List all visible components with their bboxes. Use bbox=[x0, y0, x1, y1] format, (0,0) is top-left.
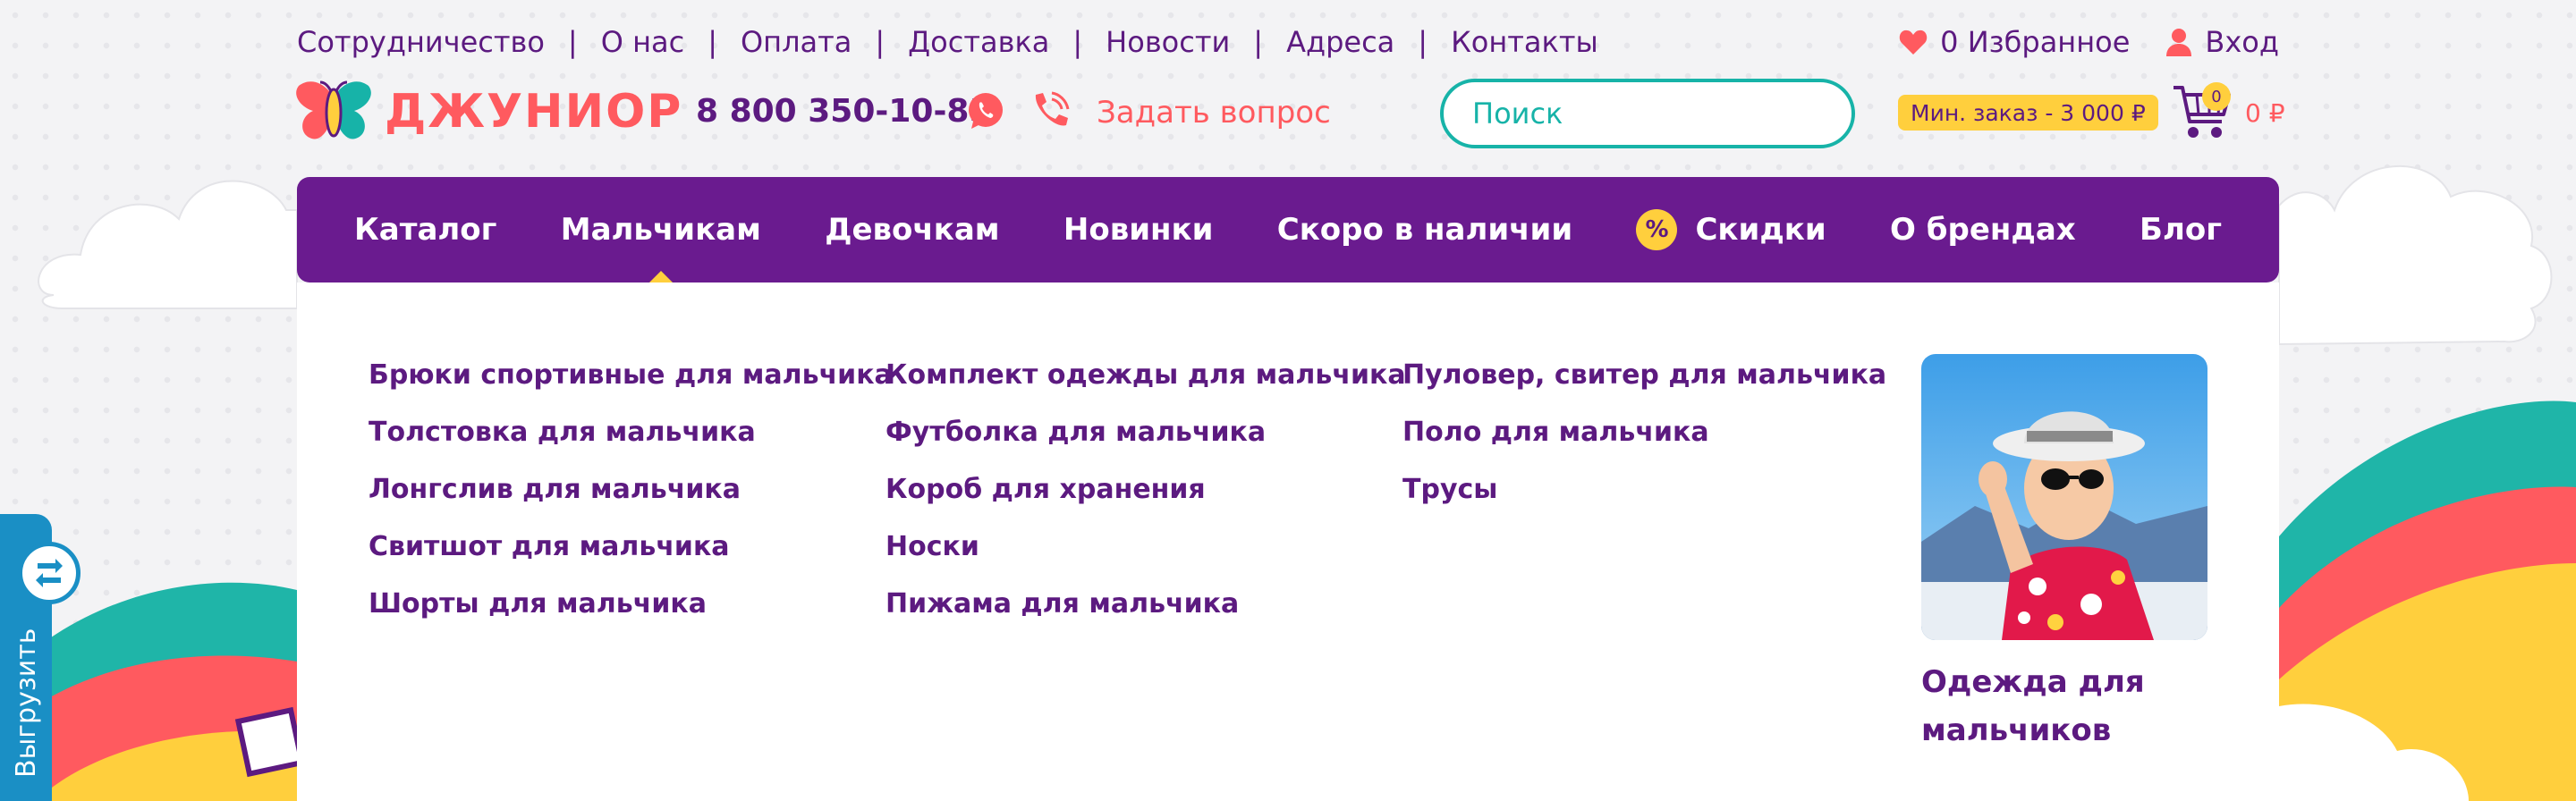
phone-call-icon[interactable] bbox=[1029, 89, 1072, 132]
nav-catalog[interactable]: Каталог bbox=[354, 212, 496, 248]
nav-sale[interactable]: % Скидки bbox=[1636, 209, 1826, 250]
nav-blog-label: Блог bbox=[2140, 212, 2222, 248]
nav-brands-label: О брендах bbox=[1890, 212, 2076, 248]
nav-sale-label: Скидки bbox=[1695, 212, 1826, 248]
top-link-cooperation[interactable]: Сотрудничество bbox=[297, 25, 545, 59]
login-link[interactable]: Вход bbox=[2165, 25, 2279, 59]
nav-brands[interactable]: О брендах bbox=[1890, 212, 2076, 248]
favorites-label: 0 Избранное bbox=[1940, 25, 2131, 59]
butterfly-logo-icon bbox=[296, 80, 371, 139]
search-box bbox=[1440, 79, 1855, 148]
export-button[interactable] bbox=[18, 542, 80, 604]
whatsapp-icon[interactable] bbox=[966, 91, 1005, 131]
dropdown-column-2: Комплект одежды для мальчика Футболка дл… bbox=[886, 359, 1406, 633]
nav-blog[interactable]: Блог bbox=[2140, 212, 2222, 248]
nav-new-label: Новинки bbox=[1063, 212, 1214, 248]
top-link-contacts[interactable]: Контакты bbox=[1451, 25, 1598, 59]
top-link-addresses[interactable]: Адреса bbox=[1286, 25, 1394, 59]
dropdown-link[interactable]: Брюки спортивные для мальчика bbox=[369, 347, 893, 404]
nav-coming-soon[interactable]: Скоро в наличии bbox=[1277, 212, 1572, 248]
top-link-separator: | bbox=[1418, 25, 1428, 59]
min-order-badge: Мин. заказ - 3 000 ₽ bbox=[1898, 95, 2158, 131]
top-link-separator: | bbox=[708, 25, 717, 59]
user-links: 0 Избранное Вход bbox=[1863, 23, 2279, 61]
top-link-about[interactable]: О нас bbox=[601, 25, 684, 59]
cart-count-badge: 0 bbox=[2202, 82, 2231, 111]
top-link-payment[interactable]: Оплата bbox=[741, 25, 852, 59]
top-link-separator: | bbox=[1072, 25, 1083, 59]
promo-image[interactable] bbox=[1921, 354, 2207, 640]
logo-text: ДЖУНИОР bbox=[385, 85, 683, 139]
cart-sum[interactable]: 0 ₽ bbox=[2245, 98, 2285, 128]
dropdown-link[interactable]: Комплект одежды для мальчика bbox=[886, 347, 1406, 404]
nav-catalog-label: Каталог bbox=[354, 212, 497, 248]
main-nav: Каталог Мальчикам Девочкам Новинки Скоро… bbox=[297, 177, 2279, 283]
top-links-bar: Сотрудничество | О нас | Оплата | Достав… bbox=[297, 23, 1598, 61]
dropdown-link[interactable]: Пуловер, свитер для мальчика bbox=[1402, 347, 1886, 404]
left-cloud-decoration bbox=[38, 180, 298, 309]
boys-dropdown-menu: Брюки спортивные для мальчика Толстовка … bbox=[297, 282, 2279, 801]
dropdown-link[interactable]: Свитшот для мальчика bbox=[369, 519, 893, 576]
heart-icon bbox=[1899, 30, 1928, 55]
nav-girls[interactable]: Девочкам bbox=[825, 212, 999, 248]
right-rainbow-decoration bbox=[2279, 400, 2576, 801]
dropdown-link[interactable]: Лонгслив для мальчика bbox=[369, 461, 893, 519]
user-icon bbox=[2166, 29, 2192, 56]
dropdown-link[interactable]: Поло для мальчика bbox=[1402, 404, 1886, 461]
top-link-separator: | bbox=[567, 25, 578, 59]
top-link-separator: | bbox=[875, 25, 886, 59]
nav-boys[interactable]: Мальчикам bbox=[560, 212, 761, 283]
dropdown-link[interactable]: Толстовка для мальчика bbox=[369, 404, 893, 461]
favorites-link[interactable]: 0 Избранное bbox=[1899, 25, 2130, 59]
nav-boys-label: Мальчикам bbox=[560, 212, 761, 248]
dropdown-column-1: Брюки спортивные для мальчика Толстовка … bbox=[369, 359, 893, 633]
right-cloud-decoration bbox=[2278, 164, 2553, 346]
dropdown-link[interactable]: Шорты для мальчика bbox=[369, 576, 893, 633]
dropdown-link[interactable]: Трусы bbox=[1402, 461, 1886, 519]
promo-caption[interactable]: Одежда для мальчиков bbox=[1921, 658, 2207, 755]
dropdown-link[interactable]: Футболка для мальчика bbox=[886, 404, 1406, 461]
site-logo[interactable]: ДЖУНИОР bbox=[295, 80, 682, 143]
promo-caption-line: мальчиков bbox=[1921, 712, 2112, 748]
top-link-delivery[interactable]: Доставка bbox=[908, 25, 1049, 59]
dropdown-link[interactable]: Носки bbox=[886, 519, 1406, 576]
top-link-separator: | bbox=[1253, 25, 1264, 59]
promo-caption-line: Одежда для bbox=[1921, 664, 2145, 700]
percent-icon: % bbox=[1636, 209, 1678, 250]
phone-number[interactable]: 8 800 350-10-85 bbox=[696, 93, 992, 130]
ask-question-link[interactable]: Задать вопрос bbox=[1097, 95, 1331, 131]
export-label[interactable]: Выгрузить bbox=[11, 628, 42, 778]
nav-girls-label: Девочкам bbox=[825, 212, 1000, 248]
dropdown-column-3: Пуловер, свитер для мальчика Поло для ма… bbox=[1402, 359, 1886, 519]
boy-photo-illustration bbox=[1921, 354, 2207, 640]
top-link-news[interactable]: Новости bbox=[1106, 25, 1230, 59]
nav-coming-soon-label: Скоро в наличии bbox=[1276, 212, 1573, 248]
login-label: Вход bbox=[2205, 25, 2279, 59]
nav-new[interactable]: Новинки bbox=[1063, 212, 1214, 248]
search-input[interactable] bbox=[1472, 97, 1829, 131]
dropdown-link[interactable]: Пижама для мальчика bbox=[886, 576, 1406, 633]
export-icon bbox=[36, 559, 63, 587]
promo-card[interactable]: Одежда для мальчиков bbox=[1921, 354, 2207, 755]
dropdown-link[interactable]: Короб для хранения bbox=[886, 461, 1406, 519]
